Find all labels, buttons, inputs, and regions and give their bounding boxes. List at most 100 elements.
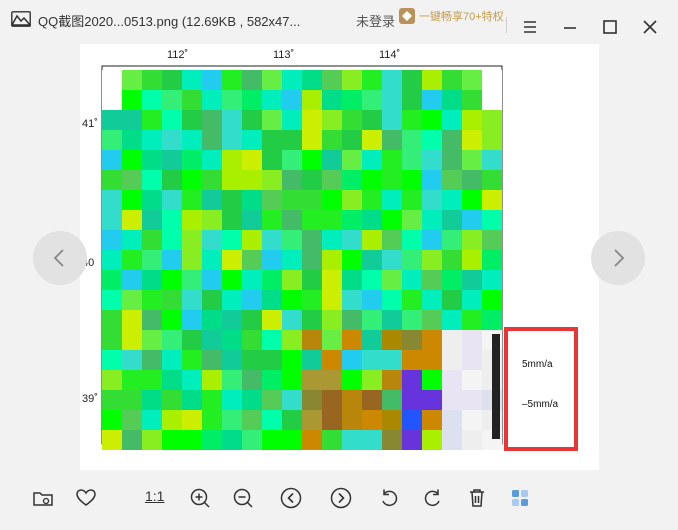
mosaic-cell (302, 290, 322, 310)
mosaic-cell (382, 310, 402, 330)
mosaic-cell (122, 70, 142, 90)
mosaic-cell (322, 330, 342, 350)
mosaic-cell (162, 270, 182, 290)
mosaic-cell (282, 270, 302, 290)
mosaic-cell (342, 270, 362, 290)
mosaic-cell (242, 330, 262, 350)
mosaic-cell (342, 330, 362, 350)
mosaic-cell (382, 110, 402, 130)
mosaic-cell (462, 250, 482, 270)
mosaic-cell (422, 250, 442, 270)
favorite-heart-icon[interactable] (73, 485, 99, 511)
mosaic-cell (102, 70, 122, 90)
mosaic-cell (282, 190, 302, 210)
mosaic-cell (302, 370, 322, 390)
mosaic-cell (342, 210, 362, 230)
next-circle-icon[interactable] (328, 485, 354, 511)
mosaic-cell (342, 150, 362, 170)
mosaic-cell (382, 290, 402, 310)
mosaic-cell (202, 130, 222, 150)
mosaic-cell (142, 330, 162, 350)
mosaic-cell (202, 210, 222, 230)
mosaic-cell (102, 90, 122, 110)
rotate-left-icon[interactable] (376, 485, 402, 511)
maximize-icon[interactable] (601, 18, 619, 36)
mosaic-cell (482, 110, 502, 130)
mosaic-cell (402, 310, 422, 330)
mosaic-cell (302, 210, 322, 230)
mosaic-cell (422, 70, 442, 90)
mosaic-cell (342, 290, 362, 310)
close-icon[interactable] (641, 18, 659, 36)
mosaic-cell (282, 150, 302, 170)
menu-icon[interactable] (521, 18, 539, 36)
mosaic-cell (162, 370, 182, 390)
mosaic-cell (462, 370, 482, 390)
minimize-icon[interactable] (561, 18, 579, 36)
mosaic-cell (262, 70, 282, 90)
mosaic-cell (162, 230, 182, 250)
delete-trash-icon[interactable] (464, 485, 490, 511)
mosaic-cell (242, 70, 262, 90)
mosaic-cell (262, 310, 282, 330)
mosaic-cell (262, 250, 282, 270)
mosaic-cell (182, 190, 202, 210)
mosaic-cell (382, 430, 402, 450)
mosaic-cell (362, 190, 382, 210)
mosaic-cell (162, 170, 182, 190)
mosaic-cell (282, 70, 302, 90)
mosaic-cell (262, 210, 282, 230)
mosaic-cell (162, 330, 182, 350)
rotate-right-icon[interactable] (420, 485, 446, 511)
mosaic-cell (142, 210, 162, 230)
mosaic-cell (402, 250, 422, 270)
mosaic-cell (202, 330, 222, 350)
mosaic-cell (182, 430, 202, 450)
zoom-out-icon[interactable] (230, 485, 256, 511)
vip-promo-button[interactable]: 一键畅享70+特权 (399, 6, 504, 26)
mosaic-cell (202, 390, 222, 410)
mosaic-cell (202, 250, 222, 270)
mosaic-cell (402, 290, 422, 310)
thumbnail-grid-icon[interactable] (507, 485, 533, 511)
mosaic-cell (122, 370, 142, 390)
mosaic-cell (482, 170, 502, 190)
actual-size-button[interactable]: 1:1 (145, 488, 164, 504)
mosaic-cell (382, 330, 402, 350)
login-link[interactable]: 未登录 (356, 11, 395, 30)
previous-image-button[interactable] (33, 231, 87, 285)
mosaic-cell (302, 230, 322, 250)
mosaic-cell (322, 390, 342, 410)
mosaic-cell (202, 90, 222, 110)
mosaic-cell (462, 350, 482, 370)
zoom-in-icon[interactable] (187, 485, 213, 511)
mosaic-cell (222, 310, 242, 330)
mosaic-cell (122, 390, 142, 410)
mosaic-cell (302, 330, 322, 350)
mosaic-cell (302, 150, 322, 170)
mosaic-cell (142, 70, 162, 90)
mosaic-cell (242, 210, 262, 230)
open-folder-icon[interactable] (30, 485, 56, 511)
mosaic-cell (102, 370, 122, 390)
mosaic-cell (422, 190, 442, 210)
mosaic-cell (482, 90, 502, 110)
mosaic-cell (422, 230, 442, 250)
mosaic-cell (122, 190, 142, 210)
mosaic-cell (322, 270, 342, 290)
mosaic-cell (142, 170, 162, 190)
mosaic-cell (102, 430, 122, 450)
next-image-button[interactable] (591, 231, 645, 285)
mosaic-cell (402, 210, 422, 230)
mosaic-cell (362, 410, 382, 430)
mosaic-cell (442, 390, 462, 410)
mosaic-cell (382, 390, 402, 410)
mosaic-cell (102, 350, 122, 370)
mosaic-cell (462, 330, 482, 350)
mosaic-cell (202, 190, 222, 210)
mosaic-cell (162, 430, 182, 450)
previous-circle-icon[interactable] (278, 485, 304, 511)
mosaic-cell (462, 430, 482, 450)
mosaic-cell (422, 130, 442, 150)
mosaic-cell (362, 430, 382, 450)
